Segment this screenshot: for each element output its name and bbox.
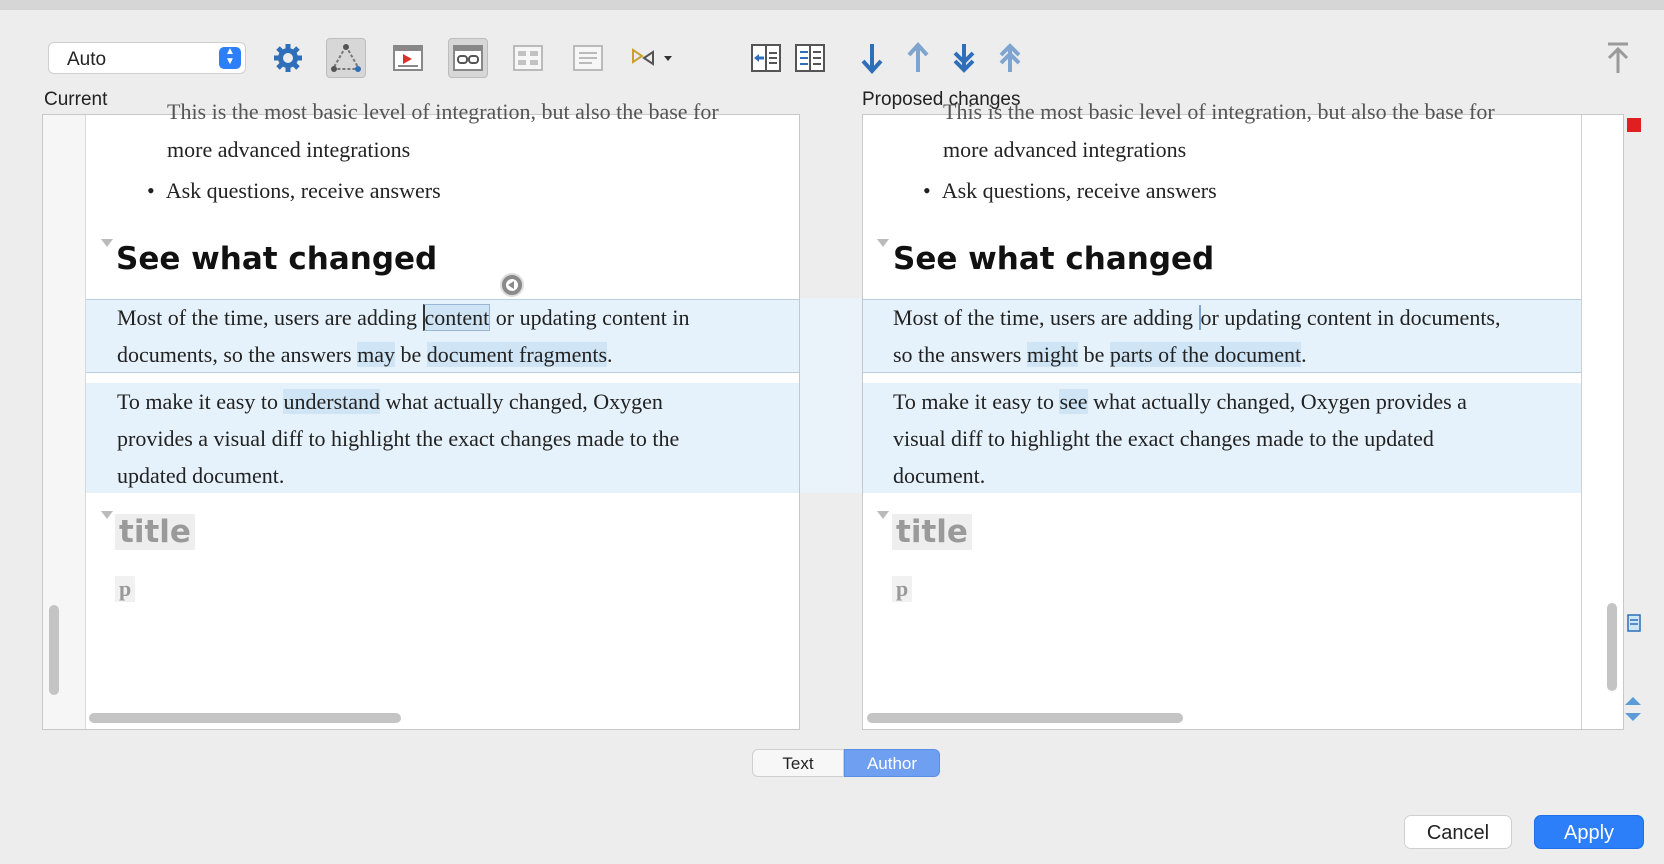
cut-text-line: This is the most basic level of integrat… [943, 99, 1495, 124]
changed-word: might [1026, 342, 1079, 367]
title-tag: title [115, 514, 195, 550]
gear-icon[interactable] [268, 38, 308, 78]
error-marker[interactable] [1627, 118, 1641, 132]
copy-change-button[interactable] [500, 273, 524, 297]
tab-text[interactable]: Text [752, 749, 844, 777]
change-nav-arrows-icon[interactable] [1624, 694, 1642, 724]
proposed-editor[interactable]: This is the most basic level of integrat… [862, 99, 1624, 730]
current-pane-label: Current [44, 89, 108, 110]
p-tag: p [892, 576, 913, 602]
last-change-icon[interactable] [944, 38, 984, 78]
horizontal-scrollbar[interactable] [867, 713, 1183, 723]
block-diff-icon[interactable] [508, 38, 548, 78]
copy-left-icon[interactable] [746, 38, 786, 78]
merge-arrows-icon[interactable] [630, 38, 676, 78]
vertical-scrollbar[interactable] [49, 605, 59, 695]
tab-author[interactable]: Author [844, 749, 940, 777]
changed-word: document fragments [426, 342, 608, 367]
title-bar [0, 0, 1664, 10]
changed-word: understand [283, 389, 381, 414]
horizontal-scrollbar[interactable] [89, 713, 401, 723]
p-tag: p [115, 576, 136, 602]
apply-button[interactable]: Apply [1534, 815, 1644, 849]
bullet-item: • Ask questions, receive answers [147, 178, 441, 203]
cut-text-line: This is the most basic level of integrat… [167, 99, 719, 124]
collapse-triangle-icon[interactable] [101, 239, 113, 247]
show-changes-icon[interactable] [388, 38, 428, 78]
scroll-top-icon[interactable] [1598, 38, 1638, 78]
previous-change-icon[interactable] [898, 38, 938, 78]
cancel-button[interactable]: Cancel [1404, 815, 1512, 849]
first-change-icon[interactable] [990, 38, 1030, 78]
current-editor[interactable]: This is the most basic level of integrat… [42, 99, 800, 730]
copy-all-left-icon[interactable] [790, 38, 830, 78]
changes-overview-icon[interactable] [1627, 614, 1641, 632]
select-arrows-icon: ▲ ▼ [219, 47, 241, 69]
changed-word: parts of the document [1109, 342, 1302, 367]
bullet-text: Ask questions, receive answers [165, 178, 441, 203]
section-heading: See what changed [893, 241, 1215, 277]
change-connector [800, 298, 864, 493]
title-tag: title [892, 514, 972, 550]
paragraph-diff-icon[interactable] [568, 38, 608, 78]
collapse-triangle-icon[interactable] [877, 239, 889, 247]
bullet-text: Ask questions, receive answers [941, 178, 1217, 203]
changed-paragraph-2: To make it easy to understand what actua… [117, 389, 680, 488]
collapse-triangle-icon[interactable] [877, 511, 889, 519]
changed-paragraph-1: Most of the time, users are adding or up… [893, 305, 1501, 367]
collapse-triangle-icon[interactable] [101, 511, 113, 519]
section-heading: See what changed [116, 241, 438, 277]
outline-diff-icon[interactable] [326, 38, 366, 78]
bullet-continuation: more advanced integrations [167, 137, 411, 162]
changed-word: see [1059, 389, 1088, 414]
changed-word: may [357, 342, 396, 367]
changed-word: content [422, 304, 491, 331]
bullet-item: • Ask questions, receive answers [923, 178, 1217, 203]
vertical-scrollbar[interactable] [1607, 603, 1617, 691]
word-diff-icon[interactable] [448, 38, 488, 78]
changed-paragraph-2: To make it easy to see what actually cha… [893, 389, 1467, 488]
changed-paragraph-1: Most of the time, users are adding conte… [117, 304, 690, 367]
next-change-icon[interactable] [852, 38, 892, 78]
bullet-continuation: more advanced integrations [943, 137, 1187, 162]
mode-select[interactable]: Auto ▲ ▼ [48, 42, 246, 74]
mode-select-value: Auto [67, 49, 107, 70]
